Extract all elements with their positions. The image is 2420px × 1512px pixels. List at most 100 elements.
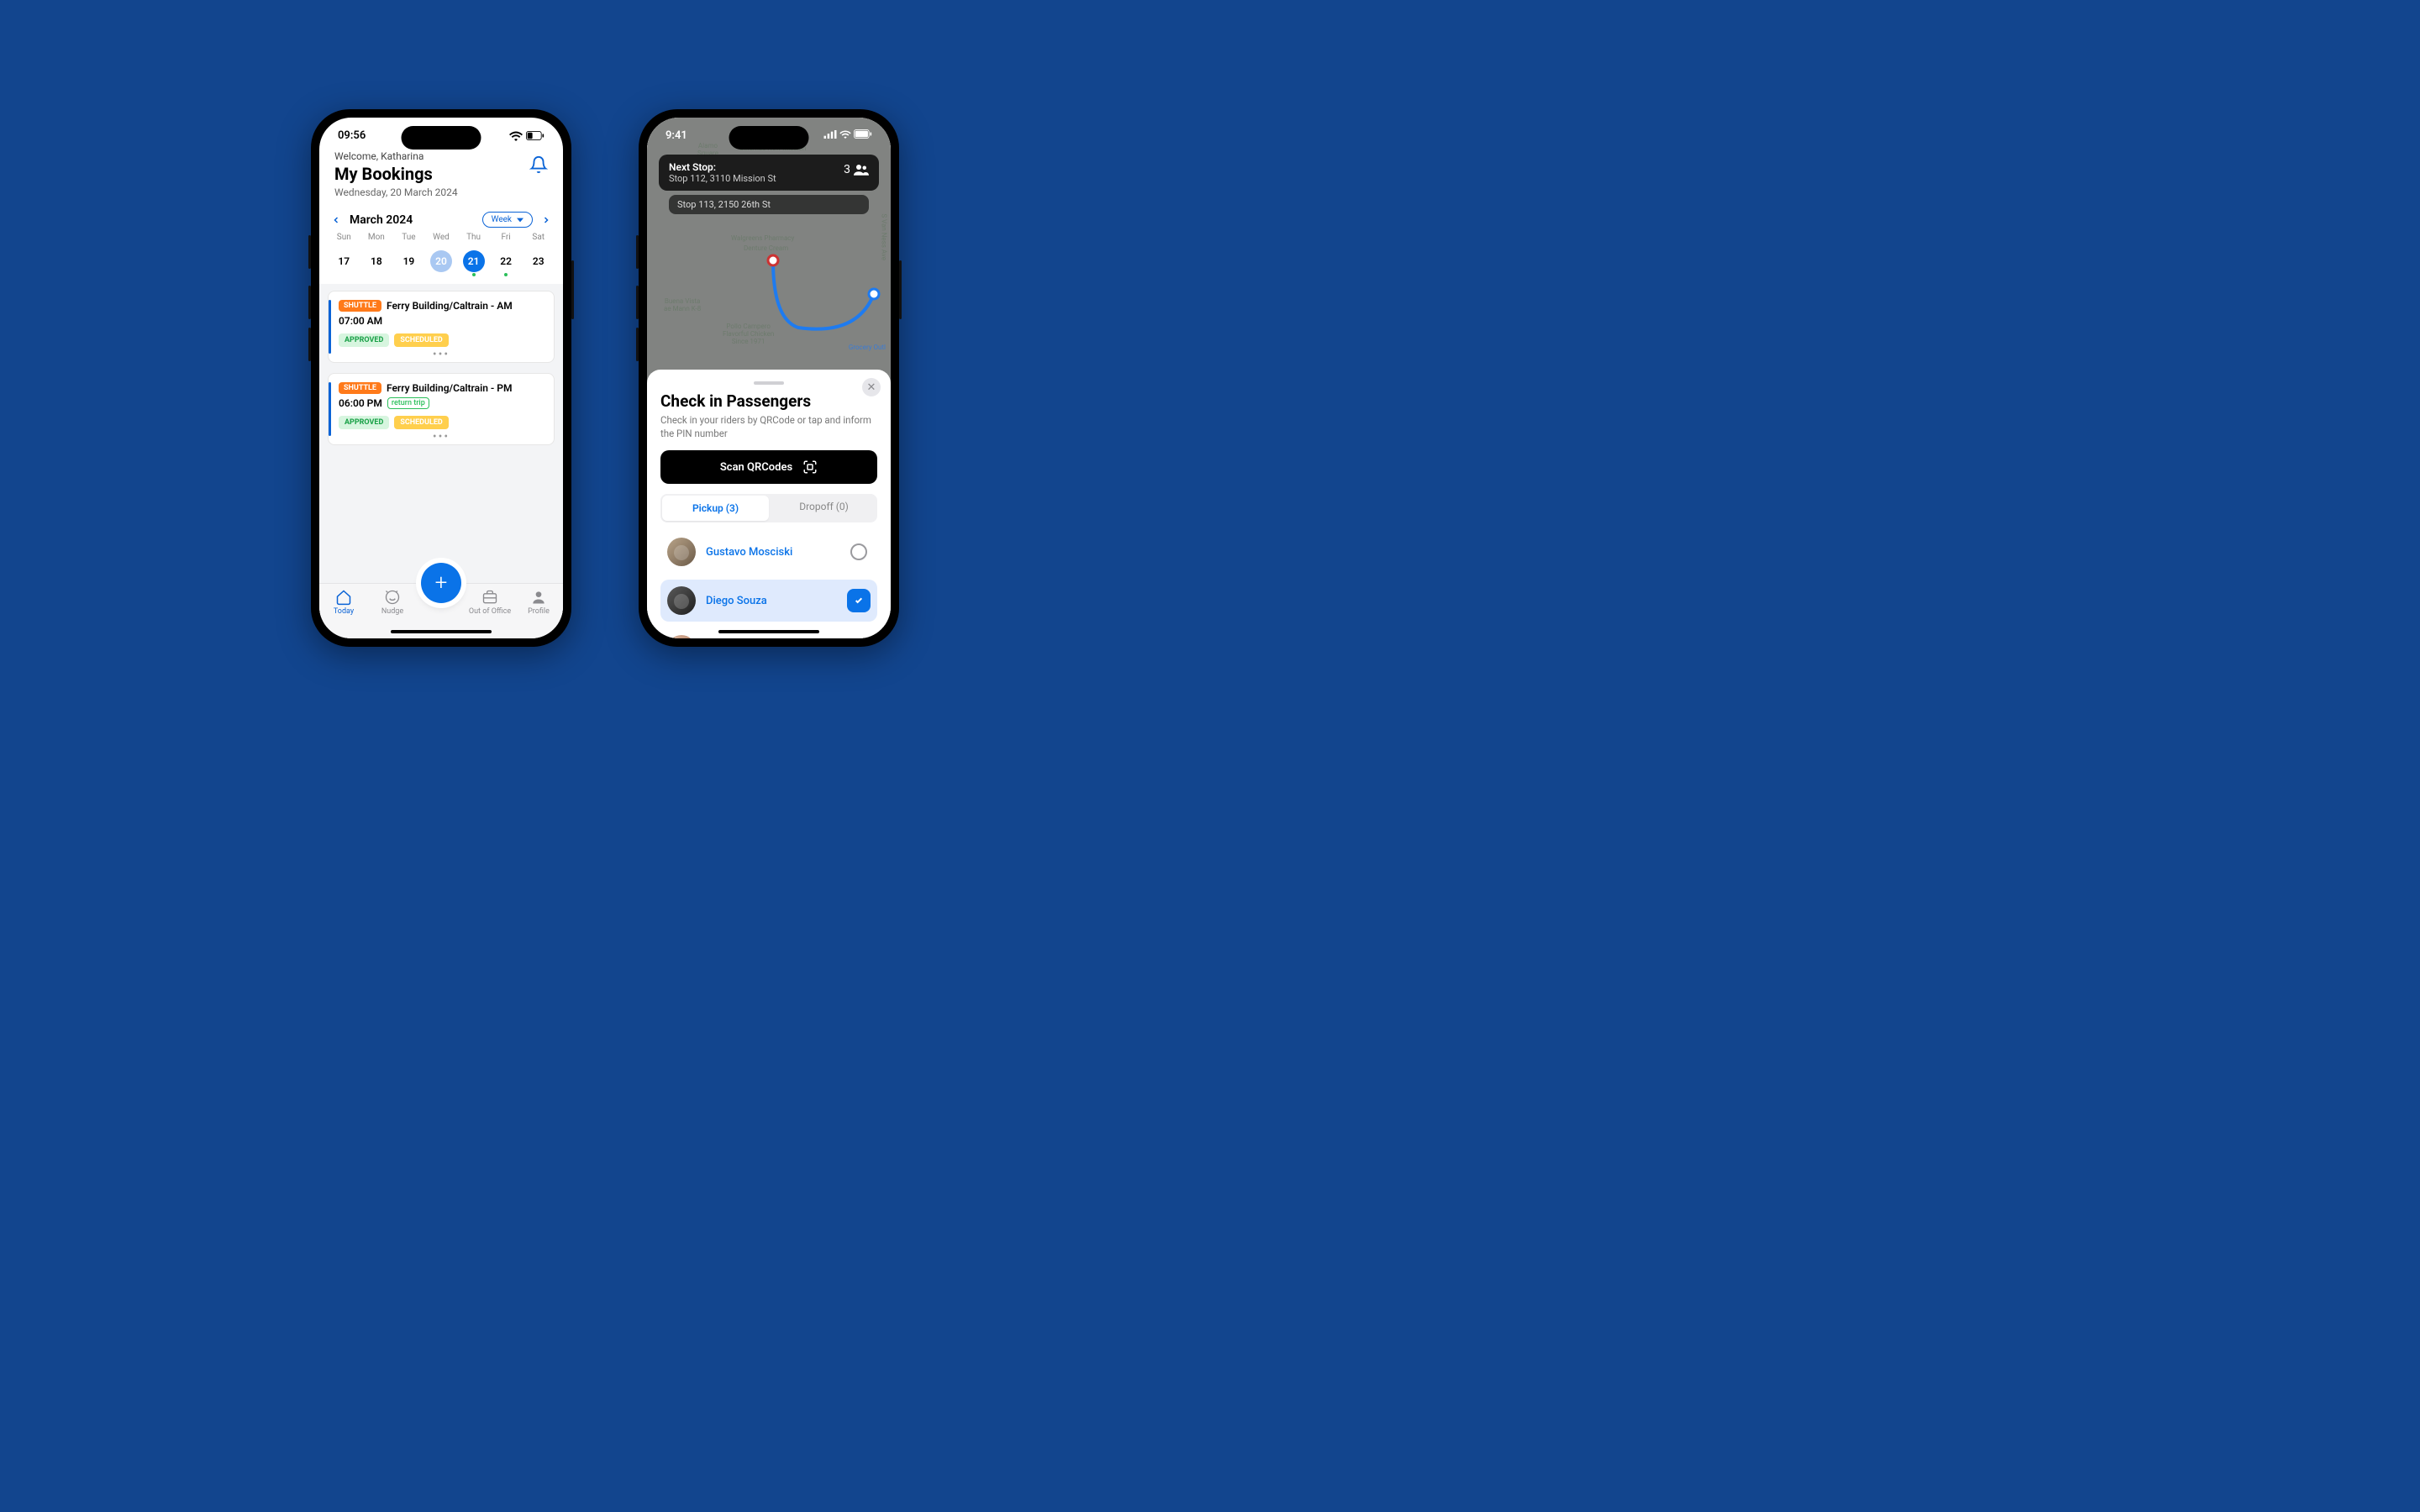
tab-out-of-office[interactable]: Out of Office <box>467 589 513 616</box>
day-of-week: Thu <box>457 233 490 247</box>
next-stop-card[interactable]: Next Stop: Stop 112, 3110 Mission St 3 <box>659 155 879 191</box>
header: Welcome, Katharina My Bookings Wednesday… <box>319 142 563 203</box>
calendar-day[interactable]: 17 <box>328 247 360 276</box>
welcome-text: Welcome, Katharina <box>334 150 458 162</box>
passenger-count: 3 <box>844 163 869 176</box>
day-number: 18 <box>366 250 387 272</box>
briefcase-icon <box>481 589 498 606</box>
next-stop-value: Stop 112, 3110 Mission St <box>669 173 869 184</box>
calendar-day[interactable]: 20 <box>425 247 458 276</box>
checkbox-checked-icon[interactable] <box>847 589 871 612</box>
person-icon <box>530 589 547 606</box>
tab-label: Nudge <box>381 607 403 616</box>
calendar-bar: March 2024 Week <box>319 203 563 233</box>
segment-dropoff[interactable]: Dropoff (0) <box>771 494 877 522</box>
screen: 09:56 Welcome, Katharina My Bookings Wed… <box>319 118 563 638</box>
dynamic-island <box>402 126 481 150</box>
chevron-left-icon[interactable] <box>331 215 341 225</box>
dynamic-island <box>729 126 809 150</box>
day-number: 23 <box>528 250 550 272</box>
caret-down-icon <box>517 217 523 223</box>
calendar-day[interactable]: 23 <box>522 247 555 276</box>
screen: Alamo Square Cinemas New Mission Walgree… <box>647 118 891 638</box>
chevron-right-icon[interactable] <box>541 215 551 225</box>
day-of-week: Sat <box>522 233 555 247</box>
day-of-week: Tue <box>392 233 425 247</box>
calendar-day[interactable]: 21 <box>457 247 490 276</box>
segment-pickup[interactable]: Pickup (3) <box>662 496 769 521</box>
calendar-week: SunMonTueWedThuFriSat17181920212223 <box>319 233 563 284</box>
day-of-week: Mon <box>360 233 393 247</box>
tab-today[interactable]: Today <box>321 589 366 616</box>
battery-icon <box>526 131 544 140</box>
return-trip-badge: return trip <box>387 397 429 409</box>
people-icon <box>854 164 869 176</box>
status-time: 9:41 <box>666 129 687 142</box>
home-indicator <box>391 630 492 633</box>
fab-add[interactable]: + <box>421 563 461 603</box>
view-selector[interactable]: Week <box>482 212 533 228</box>
route-name: Ferry Building/Caltrain - AM <box>387 300 513 312</box>
tab-profile[interactable]: Profile <box>516 589 561 616</box>
home-icon <box>335 589 352 606</box>
sheet-description: Check in your riders by QRCode or tap an… <box>660 414 877 440</box>
day-number: 19 <box>397 250 419 272</box>
status-scheduled: SCHEDULED <box>394 333 448 347</box>
status-right <box>509 131 544 141</box>
status-time: 09:56 <box>338 129 366 142</box>
booking-time: 06:00 PM <box>339 397 382 409</box>
day-number: 17 <box>333 250 355 272</box>
tab-label: Today <box>334 607 354 616</box>
calendar-day[interactable]: 18 <box>360 247 393 276</box>
type-badge: SHUTTLE <box>339 300 381 312</box>
signal-icon <box>823 130 837 139</box>
sheet-handle[interactable] <box>754 381 784 385</box>
avatar <box>667 586 696 615</box>
more-icon[interactable]: ••• <box>339 429 544 441</box>
scan-label: Scan QRCodes <box>720 461 792 474</box>
more-icon[interactable]: ••• <box>339 347 544 359</box>
status-approved: APPROVED <box>339 333 389 347</box>
route-name: Ferry Building/Caltrain - PM <box>387 382 513 394</box>
wifi-icon <box>509 131 523 141</box>
day-number: 21 <box>463 250 485 272</box>
event-dot <box>472 273 476 276</box>
home-indicator <box>718 630 819 633</box>
avatar <box>667 635 696 638</box>
booking-card[interactable]: SHUTTLE Ferry Building/Caltrain - AM 07:00… <box>328 291 555 363</box>
following-stop-card[interactable]: Stop 113, 2150 26th St <box>669 195 869 214</box>
passenger-list: Gustavo MosciskiDiego SouzaSusan Weimann <box>660 531 877 638</box>
battery-icon <box>854 129 872 139</box>
following-stop-value: Stop 113, 2150 26th St <box>677 199 771 210</box>
bell-icon[interactable] <box>529 155 548 174</box>
checkbox-unchecked-icon[interactable] <box>850 543 867 560</box>
page-title: My Bookings <box>334 164 458 184</box>
close-button[interactable]: ✕ <box>862 378 881 396</box>
header-date: Wednesday, 20 March 2024 <box>334 186 458 198</box>
calendar-day[interactable]: 22 <box>490 247 523 276</box>
avatar <box>667 538 696 566</box>
segment-control: Pickup (3) Dropoff (0) <box>660 494 877 522</box>
pax-number: 3 <box>844 163 850 176</box>
status-approved: APPROVED <box>339 416 389 429</box>
calendar-day[interactable]: 19 <box>392 247 425 276</box>
calendar-month: March 2024 <box>350 213 413 227</box>
day-number: 20 <box>430 250 452 272</box>
phone-checkin: Alamo Square Cinemas New Mission Walgree… <box>639 109 899 647</box>
nudge-icon <box>384 589 401 606</box>
qr-icon <box>802 459 818 475</box>
tab-label: Out of Office <box>469 607 511 616</box>
passenger-row[interactable]: Gustavo Mosciski <box>660 531 877 573</box>
status-scheduled: SCHEDULED <box>394 416 448 429</box>
type-badge: SHUTTLE <box>339 382 381 394</box>
scan-qr-button[interactable]: Scan QRCodes <box>660 450 877 484</box>
sheet-title: Check in Passengers <box>660 391 877 411</box>
booking-card[interactable]: SHUTTLE Ferry Building/Caltrain - PM 06:00… <box>328 373 555 445</box>
tab-nudge[interactable]: Nudge <box>370 589 415 616</box>
day-number: 22 <box>495 250 517 272</box>
booking-time: 07:00 AM <box>339 315 382 327</box>
passenger-name: Diego Souza <box>706 595 837 607</box>
tab-label: Profile <box>528 607 550 616</box>
wifi-icon <box>839 130 851 139</box>
passenger-row[interactable]: Diego Souza <box>660 580 877 622</box>
